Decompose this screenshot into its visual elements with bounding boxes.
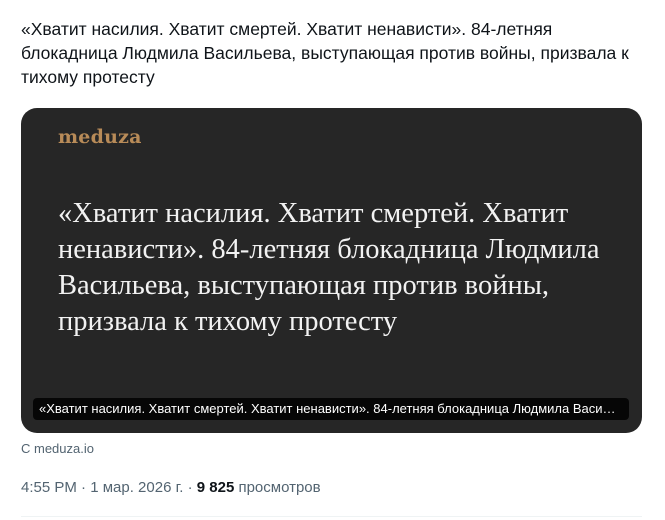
- meta-separator: ·: [76, 479, 91, 496]
- source-link[interactable]: С meduza.io: [21, 441, 94, 456]
- card-caption: «Хватит насилия. Хватит смертей. Хватит …: [33, 398, 629, 420]
- views-count: 9 825: [196, 479, 235, 496]
- divider: [21, 516, 642, 517]
- views-label: просмотров: [234, 479, 321, 496]
- tweet-time[interactable]: 4:55 PM: [21, 479, 77, 496]
- tweet-meta: 4:55 PM · 1 мар. 2026 г. · 9 825 просмот…: [21, 479, 321, 496]
- link-card[interactable]: meduza «Хватит насилия. Хватит смертей. …: [21, 108, 642, 433]
- meta-separator: ·: [183, 479, 197, 496]
- card-headline: «Хватит насилия. Хватит смертей. Хватит …: [58, 198, 600, 337]
- tweet-date[interactable]: 1 мар. 2026 г.: [90, 479, 183, 496]
- meduza-logo: meduza: [58, 126, 142, 148]
- tweet-text: «Хватит насилия. Хватит смертей. Хватит …: [21, 19, 629, 87]
